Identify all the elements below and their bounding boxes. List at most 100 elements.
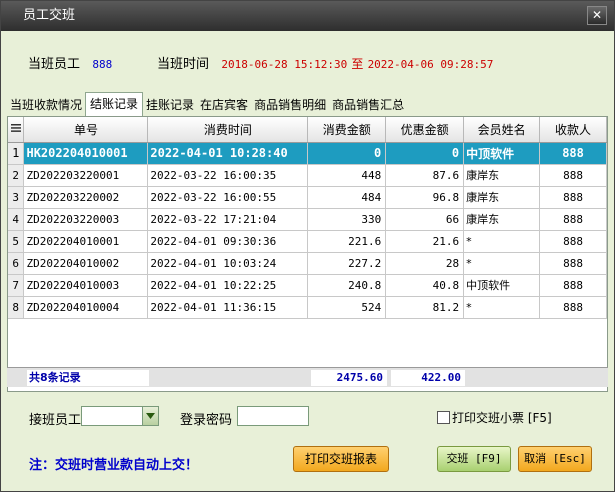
- tab-checkout-records[interactable]: 结账记录: [85, 92, 144, 116]
- records-grid: 单号 消费时间 消费金额 优惠金额 会员姓名 收款人 1 HK202204010…: [7, 116, 608, 392]
- table-row[interactable]: 1 HK202204010001 2022-04-01 10:28:40 0 0…: [8, 142, 607, 165]
- next-staff-label: 接班员工: [29, 413, 82, 428]
- staff-value: 888: [92, 58, 113, 71]
- column-header-amount[interactable]: 消费金额: [307, 117, 387, 143]
- order-no-cell[interactable]: ZD202204010001: [23, 230, 149, 253]
- time-cell[interactable]: 2022-04-01 11:36:15: [147, 296, 309, 319]
- member-cell[interactable]: *: [463, 252, 541, 275]
- time-cell[interactable]: 2022-03-22 16:00:35: [147, 164, 309, 187]
- table-row[interactable]: 7 ZD202204010003 2022-04-01 10:22:25 240…: [8, 274, 607, 297]
- order-no-cell[interactable]: ZD202204010004: [23, 296, 149, 319]
- summary-bar: 共8条记录 2475.60 422.00: [7, 367, 608, 387]
- cashier-cell[interactable]: 888: [539, 186, 607, 209]
- column-header-member[interactable]: 会员姓名: [463, 117, 541, 143]
- column-header-time[interactable]: 消费时间: [147, 117, 309, 143]
- table-row[interactable]: 4 ZD202203220003 2022-03-22 17:21:04 330…: [8, 208, 607, 231]
- order-no-cell[interactable]: HK202204010001: [23, 142, 149, 165]
- tab-bar: 当班收款情况 结账记录 挂账记录 在店宾客 商品销售明细 商品销售汇总: [7, 92, 407, 116]
- amount-cell[interactable]: 221.6: [307, 230, 387, 253]
- amount-cell[interactable]: 448: [307, 164, 387, 187]
- shift-time-label: 当班时间: [157, 57, 210, 72]
- discount-cell[interactable]: 81.2: [385, 296, 465, 319]
- print-report-button[interactable]: 打印交班报表: [293, 446, 389, 472]
- title-bar: 员工交班 ✕: [1, 1, 614, 31]
- time-cell[interactable]: 2022-04-01 10:28:40: [147, 142, 309, 165]
- order-no-cell[interactable]: ZD202203220003: [23, 208, 149, 231]
- handover-window: 员工交班 ✕ 当班员工 888 当班时间 2018-06-28 15:12:30…: [0, 0, 615, 492]
- print-ticket-checkbox[interactable]: [437, 411, 450, 424]
- cashier-cell[interactable]: 888: [539, 164, 607, 187]
- time-cell[interactable]: 2022-03-22 16:00:55: [147, 186, 309, 209]
- row-index: 2: [8, 164, 25, 187]
- cashier-cell[interactable]: 888: [539, 208, 607, 231]
- cancel-button[interactable]: 取消 [Esc]: [518, 446, 592, 472]
- tab-product-sales-detail[interactable]: 商品销售明细: [251, 94, 329, 116]
- amount-cell[interactable]: 484: [307, 186, 387, 209]
- tab-shift-payments[interactable]: 当班收款情况: [7, 94, 85, 116]
- discount-cell[interactable]: 28: [385, 252, 465, 275]
- table-row[interactable]: 2 ZD202203220001 2022-03-22 16:00:35 448…: [8, 164, 607, 187]
- time-cell[interactable]: 2022-04-01 10:22:25: [147, 274, 309, 297]
- tab-in-house-guests[interactable]: 在店宾客: [197, 94, 251, 116]
- column-header-order-no[interactable]: 单号: [23, 117, 149, 143]
- time-cell[interactable]: 2022-04-01 09:30:36: [147, 230, 309, 253]
- password-input[interactable]: [237, 406, 309, 426]
- row-index: 3: [8, 186, 25, 209]
- records-table: 单号 消费时间 消费金额 优惠金额 会员姓名 收款人 1 HK202204010…: [8, 117, 607, 319]
- print-ticket-label[interactable]: 打印交班小票 [F5]: [452, 409, 552, 426]
- member-cell[interactable]: *: [463, 296, 541, 319]
- table-header-row: 单号 消费时间 消费金额 优惠金额 会员姓名 收款人: [8, 117, 607, 143]
- list-icon[interactable]: [8, 117, 25, 143]
- member-cell[interactable]: 中顶软件: [463, 274, 541, 297]
- time-cell[interactable]: 2022-03-22 17:21:04: [147, 208, 309, 231]
- table-row[interactable]: 3 ZD202203220002 2022-03-22 16:00:55 484…: [8, 186, 607, 209]
- order-no-cell[interactable]: ZD202204010002: [23, 252, 149, 275]
- order-no-cell[interactable]: ZD202203220001: [23, 164, 149, 187]
- row-index: 4: [8, 208, 25, 231]
- discount-cell[interactable]: 40.8: [385, 274, 465, 297]
- table-row[interactable]: 5 ZD202204010001 2022-04-01 09:30:36 221…: [8, 230, 607, 253]
- discount-cell[interactable]: 0: [385, 142, 465, 165]
- cashier-cell[interactable]: 888: [539, 142, 607, 165]
- table-row[interactable]: 6 ZD202204010002 2022-04-01 10:03:24 227…: [8, 252, 607, 275]
- record-count: 共8条记录: [27, 370, 149, 386]
- member-cell[interactable]: *: [463, 230, 541, 253]
- member-cell[interactable]: 康岸东: [463, 164, 541, 187]
- amount-cell[interactable]: 227.2: [307, 252, 387, 275]
- handover-button[interactable]: 交班 [F9]: [437, 446, 511, 472]
- order-no-cell[interactable]: ZD202203220002: [23, 186, 149, 209]
- discount-cell[interactable]: 66: [385, 208, 465, 231]
- amount-cell[interactable]: 240.8: [307, 274, 387, 297]
- cashier-cell[interactable]: 888: [539, 296, 607, 319]
- tab-credit-records[interactable]: 挂账记录: [143, 94, 197, 116]
- discount-cell[interactable]: 87.6: [385, 164, 465, 187]
- row-index: 8: [8, 296, 25, 319]
- password-label: 登录密码: [180, 413, 233, 428]
- member-cell[interactable]: 康岸东: [463, 208, 541, 231]
- shift-time-info: 当班时间 2018-06-28 15:12:30 至 2022-04-06 09…: [157, 53, 493, 72]
- chevron-down-icon[interactable]: [142, 407, 158, 425]
- next-staff-select[interactable]: [81, 406, 159, 426]
- tab-product-sales-summary[interactable]: 商品销售汇总: [329, 94, 407, 116]
- discount-cell[interactable]: 96.8: [385, 186, 465, 209]
- member-cell[interactable]: 康岸东: [463, 186, 541, 209]
- order-no-cell[interactable]: ZD202204010003: [23, 274, 149, 297]
- cashier-cell[interactable]: 888: [539, 252, 607, 275]
- amount-cell[interactable]: 524: [307, 296, 387, 319]
- amount-cell[interactable]: 0: [307, 142, 387, 165]
- table-row[interactable]: 8 ZD202204010004 2022-04-01 11:36:15 524…: [8, 296, 607, 319]
- column-header-discount[interactable]: 优惠金额: [385, 117, 465, 143]
- handover-note: 注：交班时营业款自动上交！: [29, 458, 199, 473]
- cashier-cell[interactable]: 888: [539, 274, 607, 297]
- total-amount: 2475.60: [311, 370, 387, 386]
- member-cell[interactable]: 中顶软件: [463, 142, 541, 165]
- amount-cell[interactable]: 330: [307, 208, 387, 231]
- discount-cell[interactable]: 21.6: [385, 230, 465, 253]
- cashier-cell[interactable]: 888: [539, 230, 607, 253]
- row-index: 5: [8, 230, 25, 253]
- column-header-cashier[interactable]: 收款人: [539, 117, 607, 143]
- time-cell[interactable]: 2022-04-01 10:03:24: [147, 252, 309, 275]
- window-title: 员工交班: [23, 8, 76, 23]
- close-icon[interactable]: ✕: [587, 6, 607, 25]
- staff-label: 当班员工: [28, 57, 81, 72]
